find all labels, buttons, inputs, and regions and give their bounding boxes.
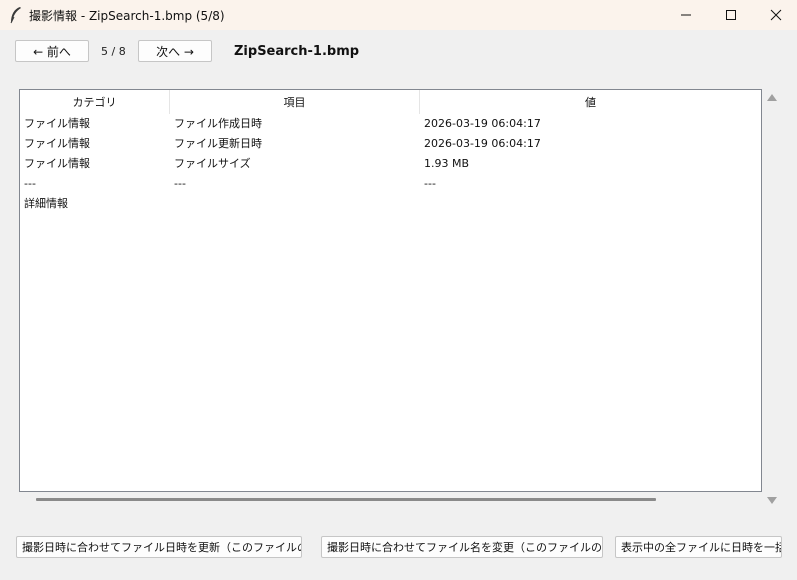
cell-item: ファイルサイズ	[174, 157, 251, 170]
feather-pen-icon	[10, 7, 21, 24]
minimize-button[interactable]	[663, 0, 709, 30]
table-header: カテゴリ 項目 値	[20, 90, 761, 114]
minimize-icon	[681, 14, 691, 16]
table-row[interactable]: ファイル情報 ファイル作成日時 2026-03-19 06:04:17	[20, 114, 761, 134]
cell-value: 2026-03-19 06:04:17	[424, 117, 541, 130]
cell-item: ファイル更新日時	[174, 137, 262, 150]
cell-item: ---	[174, 177, 186, 190]
column-header-category[interactable]: カテゴリ	[20, 90, 170, 114]
title-bar: 撮影情報 - ZipSearch-1.bmp (5/8)	[0, 0, 797, 30]
cell-category: ファイル情報	[24, 117, 90, 130]
rename-file-button[interactable]: 撮影日時に合わせてファイル名を変更（このファイルのみ）	[321, 536, 603, 558]
prev-button[interactable]: ← 前へ	[15, 40, 89, 62]
cell-category: ---	[24, 177, 36, 190]
close-icon	[770, 9, 782, 21]
table-row[interactable]: 詳細情報	[20, 194, 761, 214]
table-row[interactable]: --- --- ---	[20, 174, 761, 194]
cell-value: ---	[424, 177, 436, 190]
update-file-date-button[interactable]: 撮影日時に合わせてファイル日時を更新（このファイルのみ）	[16, 536, 302, 558]
table-body: ファイル情報 ファイル作成日時 2026-03-19 06:04:17 ファイル…	[20, 114, 761, 214]
batch-update-button[interactable]: 表示中の全ファイルに日時を一括	[615, 536, 782, 558]
horizontal-scrollbar-thumb[interactable]	[36, 498, 656, 501]
table-row[interactable]: ファイル情報 ファイル更新日時 2026-03-19 06:04:17	[20, 134, 761, 154]
cell-value: 2026-03-19 06:04:17	[424, 137, 541, 150]
vertical-scrollbar[interactable]	[763, 89, 779, 509]
next-button[interactable]: 次へ →	[138, 40, 212, 62]
maximize-icon	[726, 10, 736, 20]
cell-item: ファイル作成日時	[174, 117, 262, 130]
column-header-item[interactable]: 項目	[170, 90, 420, 114]
window-title: 撮影情報 - ZipSearch-1.bmp (5/8)	[29, 9, 225, 23]
cell-value: 1.93 MB	[424, 157, 470, 170]
scroll-up-icon[interactable]	[767, 94, 777, 101]
cell-category: ファイル情報	[24, 157, 90, 170]
cell-category: 詳細情報	[24, 197, 68, 210]
cell-category: ファイル情報	[24, 137, 90, 150]
table-row[interactable]: ファイル情報 ファイルサイズ 1.93 MB	[20, 154, 761, 174]
maximize-button[interactable]	[708, 0, 754, 30]
file-name-label: ZipSearch-1.bmp	[234, 44, 360, 59]
page-counter: 5 / 8	[101, 45, 126, 58]
close-button[interactable]	[753, 0, 797, 30]
column-header-value[interactable]: 値	[420, 90, 761, 114]
info-table[interactable]: カテゴリ 項目 値 ファイル情報 ファイル作成日時 2026-03-19 06:…	[19, 89, 762, 492]
scroll-down-icon[interactable]	[767, 497, 777, 504]
